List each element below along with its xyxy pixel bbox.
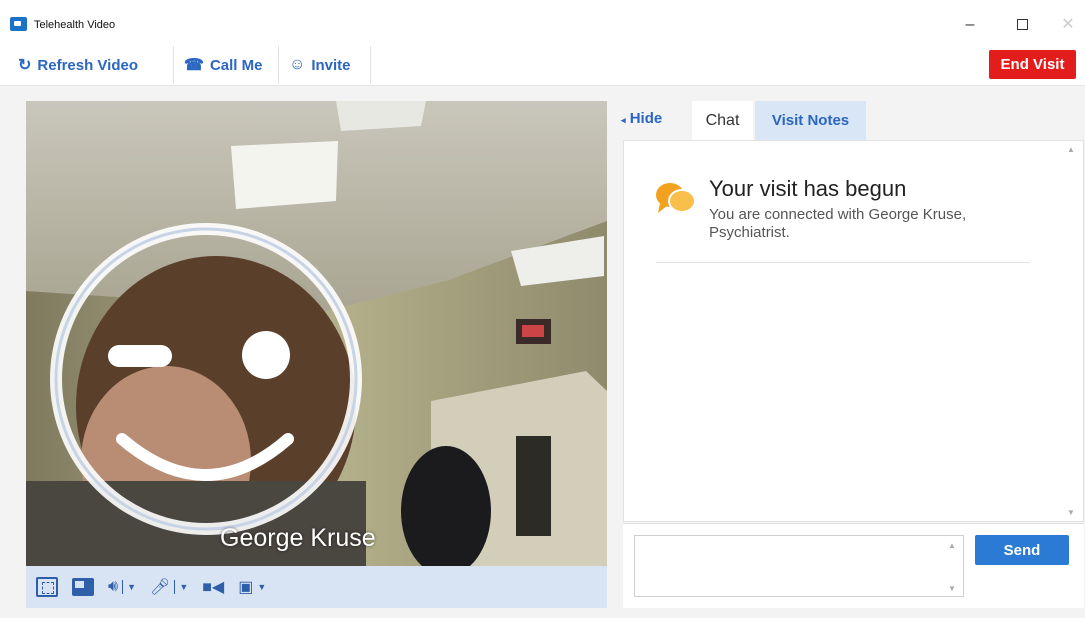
fullscreen-button[interactable] [36,573,58,601]
picture-in-picture-icon [72,578,94,596]
maximize-button[interactable] [1002,10,1042,40]
refresh-video-label: Refresh Video [37,56,138,74]
minimize-button[interactable]: – [950,10,990,40]
divider [656,262,1030,263]
send-button[interactable]: Send [975,535,1069,565]
camera-select-button[interactable]: ▣ ▼ [238,573,266,601]
chevron-down-icon: ▼ [179,582,189,592]
fullscreen-icon [36,577,58,597]
tab-visit-notes[interactable]: Visit Notes [755,101,866,140]
caller-name: George Kruse [220,524,376,552]
speaker-button[interactable]: 🔊︎ ▼ [108,573,136,601]
refresh-icon: ↻ [18,57,32,74]
speaker-icon: 🔊︎ [108,578,119,595]
message-title: Your visit has begun [709,176,907,201]
chat-message-input[interactable] [634,535,964,597]
window-title: Telehealth Video [34,19,116,31]
chevron-down-icon: ▼ [127,582,137,592]
chat-bubbles-icon [656,183,696,213]
scroll-down-icon[interactable]: ▼ [948,584,956,593]
camera-select-icon: ▣ [238,579,254,596]
title-bar: Telehealth Video – ✕ [0,0,1085,46]
separator [122,580,124,594]
scroll-down-icon[interactable]: ▼ [1067,508,1075,517]
call-me-label: Call Me [209,56,263,74]
hide-panel-link[interactable]: ◂ Hide [621,110,662,127]
camera-icon: ■◀ [202,579,225,596]
microphone-icon: 🎤︎ [150,579,171,596]
scroll-up-icon[interactable]: ▲ [948,541,956,550]
add-user-icon: ☺ [289,56,306,73]
message-body: You are connected with George Kruse, Psy… [709,206,967,241]
hide-label: Hide [629,110,663,127]
video-feed [26,101,607,566]
app-icon [10,17,27,31]
video-controls: 🔊︎ ▼ 🎤︎ ▼ ■◀ ▣ ▼ [26,566,607,608]
video-frame [26,101,607,566]
tab-chat[interactable]: Chat [692,101,753,140]
call-me-button[interactable]: ☎ Call Me [176,46,279,84]
microphone-button[interactable]: 🎤︎ ▼ [150,573,188,601]
close-button[interactable]: ✕ [1048,10,1085,40]
refresh-video-button[interactable]: ↻ Refresh Video [10,46,174,84]
chevron-left-icon: ◂ [621,115,626,125]
chevron-down-icon: ▼ [257,582,267,592]
invite-label: Invite [311,56,351,74]
phone-icon: ☎ [184,57,204,74]
scroll-up-icon[interactable]: ▲ [1067,145,1075,154]
picture-in-picture-button[interactable] [72,573,94,601]
separator [174,580,176,594]
end-visit-button[interactable]: End Visit [989,50,1076,79]
maximize-icon [1016,19,1028,31]
invite-button[interactable]: ☺ Invite [281,46,371,84]
camera-button[interactable]: ■◀ [202,573,224,601]
toolbar: ↻ Refresh Video ☎ Call Me ☺ Invite [0,46,1085,86]
